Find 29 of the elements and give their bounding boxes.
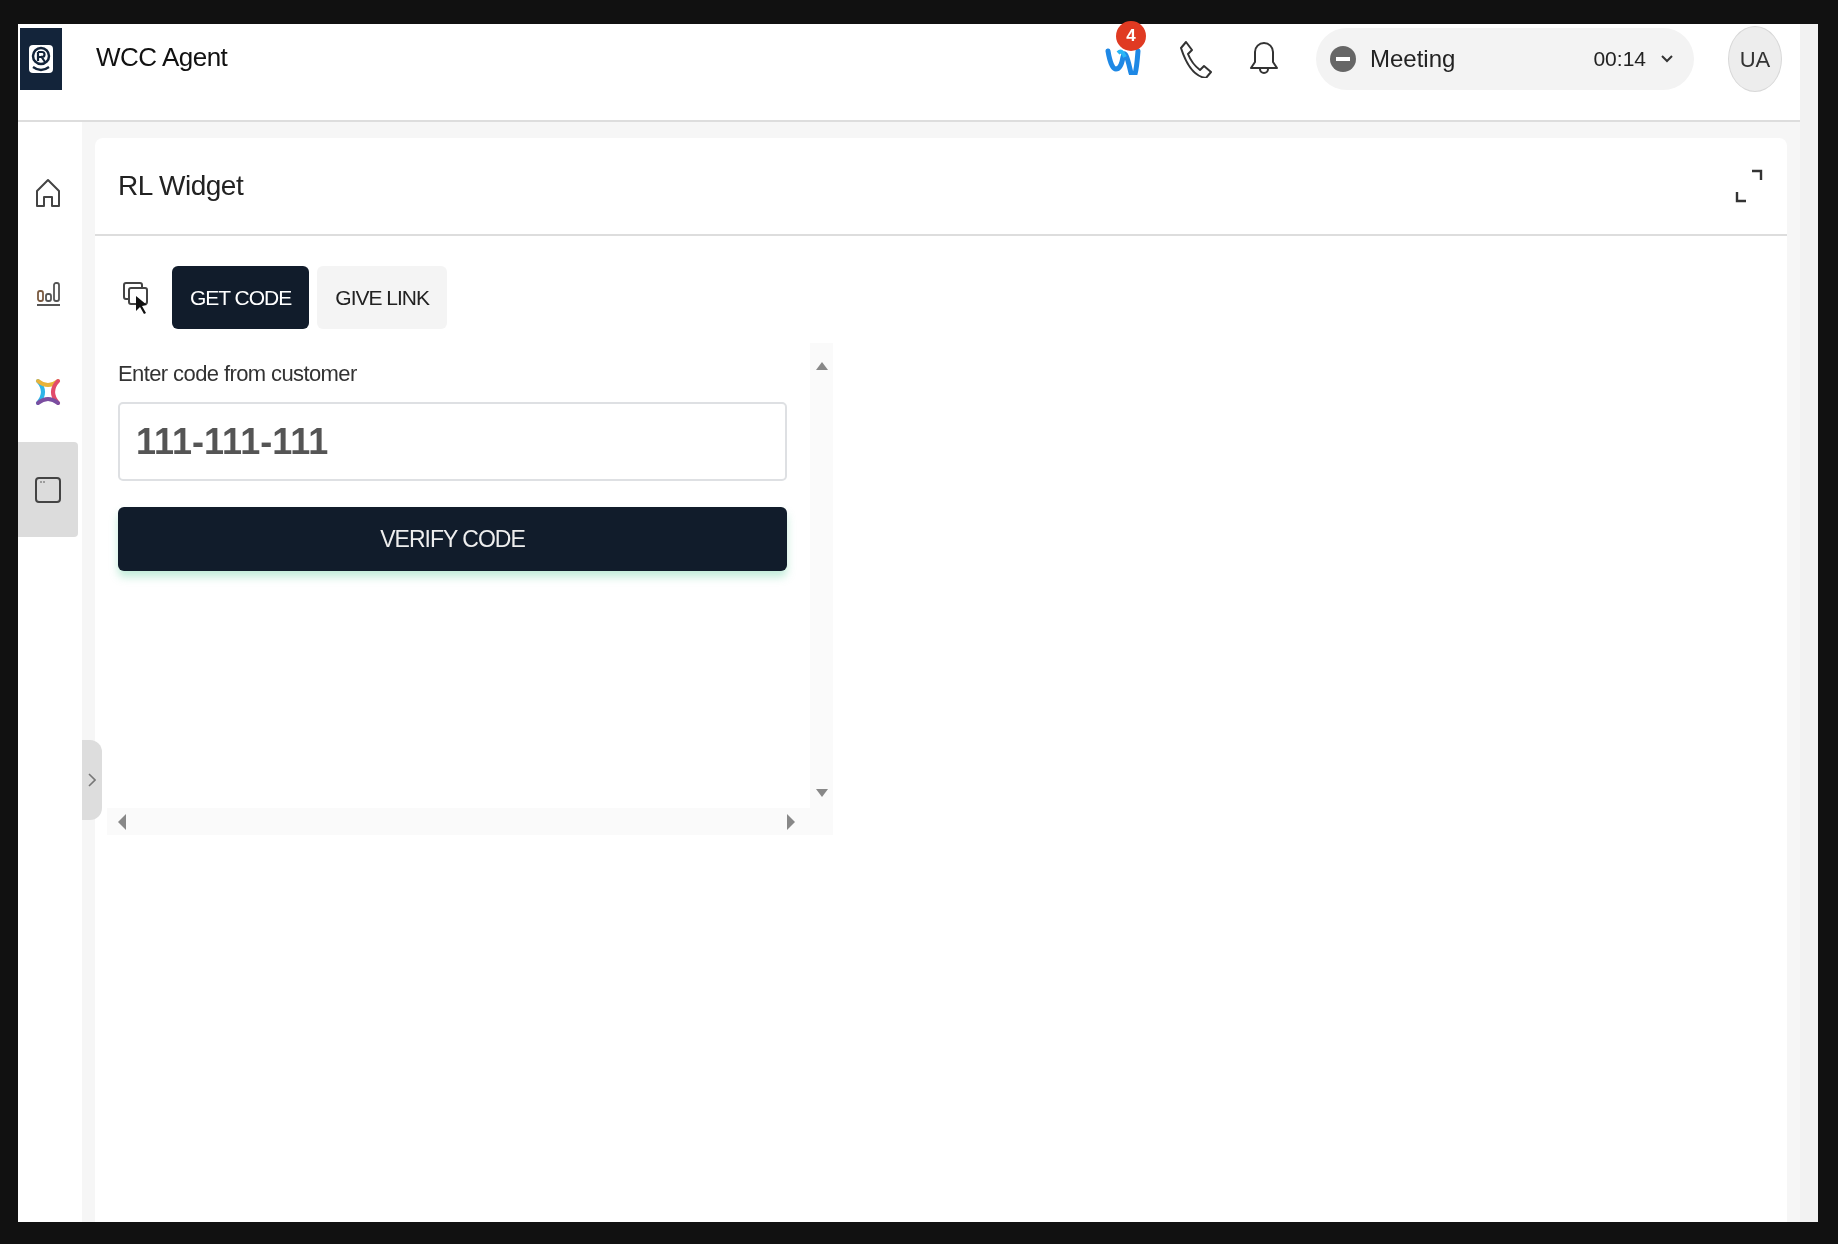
code-input[interactable]: 111-111-111 (118, 402, 787, 481)
verify-code-button[interactable]: VERIFY CODE (118, 507, 787, 571)
screen-share-icon (122, 280, 150, 315)
expand-icon (1735, 169, 1763, 203)
status-dropdown[interactable]: Meeting 00:14 (1316, 28, 1694, 90)
scroll-right-icon[interactable] (786, 812, 796, 831)
window-icon (33, 474, 63, 505)
sidebar-toggle[interactable] (82, 740, 102, 820)
colorful-cross-icon (33, 377, 63, 407)
scroll-left-icon[interactable] (117, 812, 127, 831)
notification-badge: 4 (1116, 21, 1146, 51)
do-not-disturb-icon (1330, 46, 1356, 72)
chevron-down-icon (1660, 54, 1674, 64)
chevron-right-icon (88, 773, 96, 787)
status-label: Meeting (1370, 44, 1456, 74)
tab[interactable]: GET CODE (172, 266, 310, 329)
user-avatar[interactable]: UA (1728, 26, 1782, 92)
scroll-up-icon[interactable] (814, 361, 829, 371)
app-title: WCC Agent (96, 41, 228, 74)
widget-title: RL Widget (118, 169, 244, 203)
tab[interactable]: GIVE LINK (317, 266, 447, 329)
sidebar-item[interactable] (18, 442, 78, 537)
field-label: Enter code from customer (118, 360, 358, 388)
status-timer: 00:14 (1593, 46, 1646, 73)
phone-icon[interactable] (1178, 40, 1212, 78)
scroll-down-icon[interactable] (814, 788, 829, 798)
expand-button[interactable] (1735, 169, 1763, 203)
home-icon (33, 177, 63, 207)
scrollbar[interactable] (1800, 24, 1818, 1222)
